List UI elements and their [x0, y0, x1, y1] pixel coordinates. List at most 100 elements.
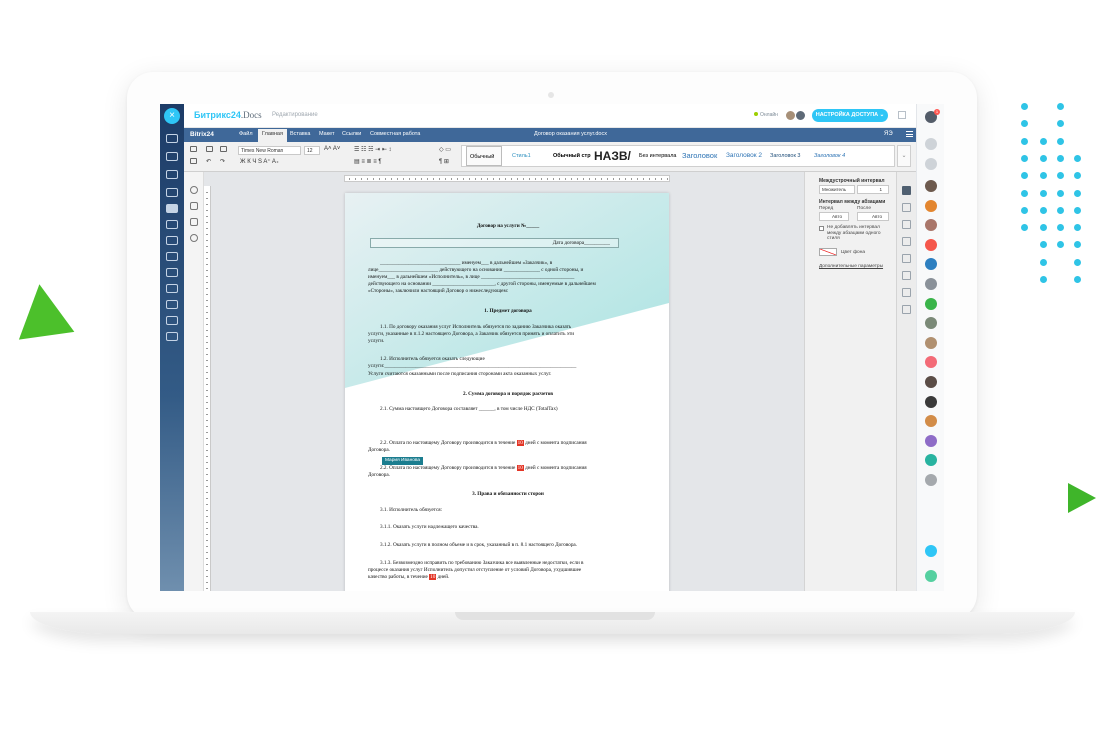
tab-collaboration[interactable]: Совместная работа [370, 131, 420, 137]
pilcrow-icon[interactable]: ¶ ⊞ [439, 158, 449, 165]
contact-avatar[interactable] [925, 199, 937, 212]
table-settings-icon[interactable] [902, 203, 911, 212]
contact-avatar[interactable] [925, 238, 937, 251]
style-heading2[interactable]: Заголовок 2 [726, 146, 768, 166]
tab-insert[interactable]: Вставка [290, 131, 310, 137]
style-1[interactable]: Стиль1 [507, 146, 545, 166]
style-title[interactable]: НАЗВ/ [594, 146, 632, 166]
shape-icon[interactable]: ◇ ▭ [439, 146, 451, 153]
redo-icon[interactable]: ↷ [220, 158, 225, 165]
disk-icon[interactable] [166, 204, 178, 213]
contact-avatar[interactable] [925, 336, 937, 349]
store-icon[interactable] [166, 268, 178, 277]
chevron-down-icon[interactable]: ⌄ [897, 145, 911, 167]
select-all-icon[interactable] [190, 158, 197, 164]
contact-avatar[interactable] [925, 317, 937, 330]
tab-file[interactable]: Файл [239, 131, 253, 137]
style-heading3[interactable]: Заголовок 3 [770, 146, 810, 166]
search-icon[interactable] [925, 158, 937, 170]
undo-icon[interactable]: ↶ [206, 158, 211, 165]
expand-icon[interactable] [898, 111, 906, 119]
navigation-icon[interactable] [190, 218, 198, 226]
logout-icon[interactable] [925, 545, 937, 557]
style-heading4[interactable]: Заголовок 4 [814, 146, 856, 166]
format-buttons[interactable]: Ж К Ч S A⁺ A₊ [240, 158, 279, 165]
paste-icon[interactable] [220, 146, 227, 152]
chat-icon[interactable] [166, 170, 178, 179]
horizontal-ruler[interactable] [344, 175, 670, 182]
more-icon[interactable] [166, 332, 178, 341]
crm-icon[interactable] [166, 316, 178, 325]
search-icon[interactable] [190, 186, 198, 194]
tab-references[interactable]: Ссылки [342, 131, 361, 137]
notification-badge: 1 [934, 109, 940, 115]
tab-layout[interactable]: Макет [319, 131, 335, 137]
user-initials[interactable]: ЯЭ [884, 131, 893, 137]
date-field[interactable]: Дата договора__________ [370, 238, 619, 248]
style-heading1[interactable]: Заголовок [682, 146, 722, 166]
decor-dot [1057, 189, 1064, 197]
paragraph-settings-icon[interactable] [902, 186, 911, 195]
list-icons[interactable]: ☰ ☷ ☵ ⇥ ⇤ ↕ [354, 146, 392, 153]
contact-avatar[interactable] [925, 434, 937, 447]
contact-avatar[interactable] [925, 415, 937, 428]
comments-icon[interactable] [190, 202, 198, 210]
groups-icon[interactable] [166, 188, 178, 197]
background-color-swatch[interactable] [819, 248, 837, 256]
shape-settings-icon[interactable] [902, 254, 911, 263]
textart-settings-icon[interactable] [902, 288, 911, 297]
calendar-icon[interactable] [166, 236, 178, 245]
contact-avatar[interactable] [925, 376, 937, 388]
avatar[interactable] [795, 110, 806, 121]
ruler-tick [439, 178, 440, 180]
line-spacing-value-input[interactable]: 1 [857, 185, 889, 194]
contact-avatar[interactable] [925, 219, 937, 232]
style-normal[interactable]: Обычный [466, 146, 502, 166]
contact-avatar[interactable] [925, 454, 937, 467]
style-no-spacing[interactable]: Без интервала [636, 146, 680, 166]
vertical-ruler[interactable] [204, 186, 211, 591]
menu-icon[interactable] [906, 131, 913, 137]
feed-icon[interactable] [166, 134, 178, 143]
chart-settings-icon[interactable] [902, 271, 911, 280]
no-spacing-checkbox[interactable] [819, 226, 824, 231]
decor-dot [1040, 154, 1047, 162]
docs-icon[interactable] [166, 220, 178, 229]
close-icon[interactable]: × [164, 108, 180, 124]
font-size-select[interactable]: 12 [304, 146, 320, 155]
style-normal-page[interactable]: Обычный стр [550, 146, 592, 166]
image-settings-icon[interactable] [902, 220, 911, 229]
before-spacing-input[interactable]: Авто [819, 212, 849, 221]
font-grow-icon[interactable]: A˄ A˅ [324, 146, 340, 152]
bell-icon[interactable] [925, 138, 937, 150]
contact-avatar[interactable] [925, 180, 937, 192]
sites-icon[interactable] [166, 300, 178, 309]
print-icon[interactable] [190, 146, 197, 152]
header-settings-icon[interactable] [902, 237, 911, 246]
ruler-tick [206, 384, 208, 385]
signature-settings-icon[interactable] [902, 305, 911, 314]
tab-home[interactable]: Главная [258, 129, 287, 142]
about-icon[interactable] [190, 234, 198, 242]
time-icon[interactable] [166, 252, 178, 261]
tasks-icon[interactable] [166, 152, 178, 161]
access-settings-button[interactable]: НАСТРОЙКА ДОСТУПА ⌄ [812, 109, 888, 122]
contact-avatar[interactable] [925, 297, 937, 310]
document-page[interactable]: Договор на услуги №_____ Дата договора__… [345, 193, 669, 591]
contact-avatar[interactable] [925, 474, 937, 486]
advanced-settings-link[interactable]: Дополнительные параметры [819, 264, 883, 269]
contact-avatar[interactable] [925, 395, 937, 408]
line-spacing-mode-select[interactable]: Множитель [819, 185, 855, 194]
contact-avatar[interactable] [925, 356, 937, 369]
ruler-tick [535, 178, 536, 180]
align-icons[interactable]: ▤ ≡ ≣ ≡ ¶ [354, 158, 382, 165]
after-spacing-input[interactable]: Авто [857, 212, 889, 221]
font-name-select[interactable]: Times New Roman [238, 146, 301, 155]
bitrix-docs-logo[interactable]: Битрикс24.Docs [194, 110, 262, 120]
contact-avatar[interactable] [925, 258, 937, 271]
document-workspace[interactable]: Договор на услуги №_____ Дата договора__… [204, 172, 804, 591]
contact-avatar[interactable] [925, 278, 937, 290]
filter-icon[interactable] [166, 284, 178, 293]
phone-icon[interactable] [925, 570, 937, 582]
copy-icon[interactable] [206, 146, 213, 152]
